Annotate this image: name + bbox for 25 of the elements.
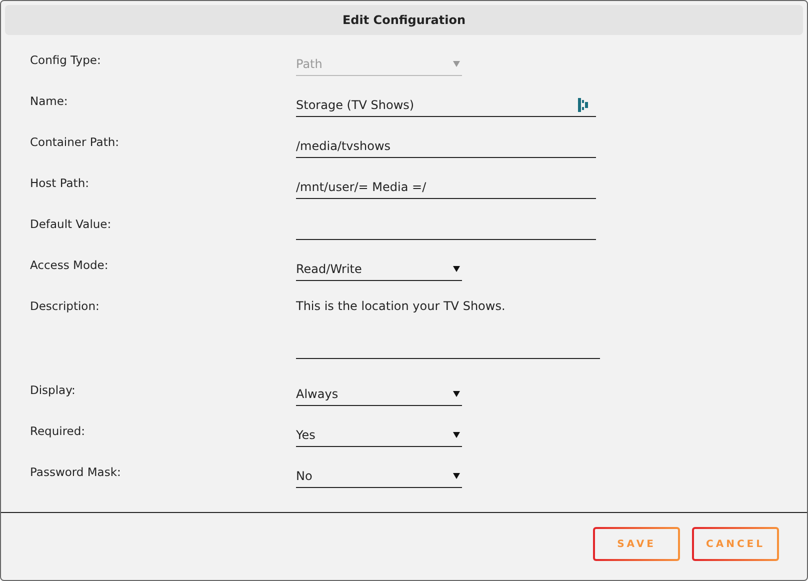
field-label: Default Value:: [30, 216, 112, 233]
caret-icon: [453, 391, 460, 397]
field-label: Host Path:: [30, 175, 90, 192]
caret-icon: [453, 432, 460, 438]
select-field[interactable]: Read/Write: [296, 258, 462, 281]
field-label: Name:: [30, 93, 69, 110]
field-label: Required:: [30, 423, 86, 440]
input-field[interactable]: /media/tvshows: [296, 135, 596, 158]
textarea-field[interactable]: This is the location your TV Shows.: [296, 296, 600, 359]
picker-icon[interactable]: [578, 98, 588, 112]
field-label: Config Type:: [30, 52, 102, 69]
select-field[interactable]: Always: [296, 383, 462, 406]
caret-icon: [453, 473, 460, 479]
input-field[interactable]: /mnt/user/= Media =/: [296, 176, 596, 199]
field-label: Password Mask:: [30, 464, 122, 481]
field-label: Description:: [30, 298, 100, 315]
window-title: Edit Configuration: [342, 13, 466, 27]
field-label: Container Path:: [30, 134, 120, 151]
field-label: Display:: [30, 382, 76, 399]
select-field[interactable]: No: [296, 465, 462, 488]
input-field[interactable]: Storage (TV Shows): [296, 94, 596, 117]
select-field[interactable]: Yes: [296, 424, 462, 447]
caret-icon: [453, 61, 460, 67]
caret-icon: [453, 266, 460, 272]
field-label: Access Mode:: [30, 257, 110, 274]
